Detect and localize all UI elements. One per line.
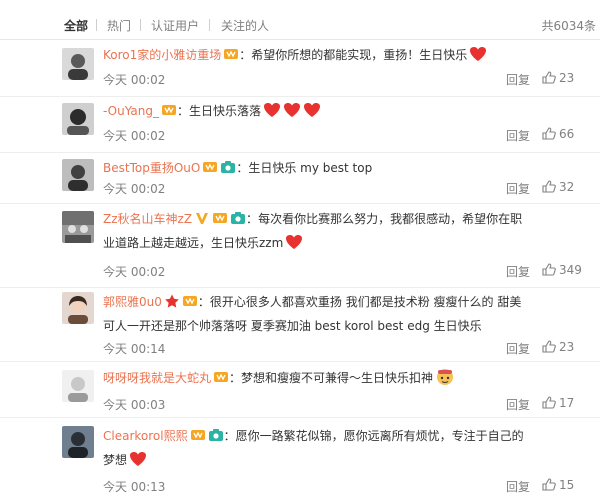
comment-text: 希望你所想的都能实现，重扬！生日快乐 [251, 48, 468, 62]
username-link[interactable]: Koro1家的小雅访重场 [103, 48, 221, 62]
like-count: 349 [559, 263, 582, 277]
comment-text: 梦想和瘦瘦不可兼得～生日快乐扣神 [241, 371, 434, 385]
reply-button[interactable]: 回复 [506, 396, 530, 413]
comment-item: -OuYang_ ：生日快乐落落 今天 00:02 回复 66 [0, 97, 600, 153]
reply-button[interactable]: 回复 [506, 263, 530, 280]
comment-total-count: 共6034条 [541, 19, 596, 33]
vip-badge-icon [202, 158, 218, 172]
camera-badge-icon [220, 158, 236, 173]
like-button[interactable]: 23 [542, 340, 574, 354]
thumbs-up-icon [542, 263, 556, 276]
tab-divider [209, 19, 210, 31]
thumbs-up-icon [542, 396, 556, 409]
camera-badge-icon [208, 426, 224, 441]
vip-badge-icon [212, 209, 228, 223]
comment-timestamp: 今天 00:02 [103, 265, 166, 279]
comment-item: Zz秋名山车神zZ ：每次看你比赛那么努力，我都很感动，希望你在职业道路上越走越远… [0, 204, 600, 288]
like-count: 23 [559, 71, 575, 85]
avatar[interactable] [62, 426, 94, 458]
like-count: 17 [559, 396, 575, 410]
reply-button[interactable]: 回复 [506, 71, 530, 88]
comment-timestamp: 今天 00:13 [103, 480, 166, 494]
bowing-face-emoji-icon [435, 368, 455, 386]
comment-body: -OuYang_ ：生日快乐落落 [103, 99, 533, 123]
username-link[interactable]: Clearkorol熙熙 [103, 429, 188, 443]
tab-all[interactable]: 全部 [64, 18, 88, 34]
avatar[interactable] [62, 370, 94, 402]
like-button[interactable]: 15 [542, 478, 574, 492]
reply-button[interactable]: 回复 [506, 127, 530, 144]
heart-emoji-icon [129, 451, 147, 467]
heart-emoji-icon [283, 102, 301, 118]
like-count: 32 [559, 180, 575, 194]
comment-body: Clearkorol熙熙 ：愿你一路繁花似锦，愿你远离所有烦忧，专注于自己的梦想 [103, 424, 533, 472]
avatar[interactable] [62, 159, 94, 191]
like-button[interactable]: 17 [542, 396, 574, 410]
comment-filter-bar: 全部 热门 认证用户 关注的人 共6034条 [0, 0, 600, 40]
camera-badge-icon [230, 209, 246, 224]
like-button[interactable]: 349 [542, 263, 582, 277]
comment-timestamp: 今天 00:02 [103, 129, 166, 143]
heart-emoji-icon [263, 102, 281, 118]
tab-divider [96, 19, 97, 31]
thumbs-up-icon [542, 478, 556, 491]
tab-following[interactable]: 关注的人 [221, 18, 269, 34]
reply-button[interactable]: 回复 [506, 180, 530, 197]
thumbs-up-icon [542, 180, 556, 193]
like-button[interactable]: 66 [542, 127, 574, 141]
username-link[interactable]: BestTop重扬OuO [103, 161, 200, 175]
avatar[interactable] [62, 211, 94, 243]
vip-badge-icon [213, 368, 229, 382]
vip-badge-icon [190, 426, 206, 440]
tab-verified-users[interactable]: 认证用户 [151, 18, 199, 34]
comment-text: 生日快乐 my best top [248, 161, 373, 175]
like-count: 66 [559, 127, 575, 141]
comment-timestamp: 今天 00:03 [103, 398, 166, 412]
avatar[interactable] [62, 292, 94, 324]
comment-body: 郭熙雅0u0 ：很开心很多人都喜欢重扬 我们都是技术粉 瘦瘦什么的 甜美可人一开还… [103, 290, 533, 338]
comment-body: Zz秋名山车神zZ ：每次看你比赛那么努力，我都很感动，希望你在职业道路上越走越远… [103, 207, 533, 255]
like-button[interactable]: 23 [542, 71, 574, 85]
comment-item: BestTop重扬OuO ：生日快乐 my best top 今天 00:02 回… [0, 153, 600, 204]
like-count: 23 [559, 340, 575, 354]
comment-timestamp: 今天 00:02 [103, 182, 166, 196]
avatar[interactable] [62, 48, 94, 80]
tab-hot[interactable]: 热门 [107, 18, 131, 34]
username-link[interactable]: 呀呀呀我就是大蛇丸 [103, 371, 211, 385]
v-verified-icon [194, 209, 210, 224]
comment-text: 生日快乐落落 [188, 104, 261, 118]
comment-body: 呀呀呀我就是大蛇丸 ：梦想和瘦瘦不可兼得～生日快乐扣神 [103, 366, 533, 390]
comment-item: 呀呀呀我就是大蛇丸 ：梦想和瘦瘦不可兼得～生日快乐扣神 今天 00:03 回复 1… [0, 362, 600, 418]
thumbs-up-icon [542, 71, 556, 84]
comment-timestamp: 今天 00:14 [103, 342, 166, 356]
username-link[interactable]: 郭熙雅0u0 [103, 295, 162, 309]
tab-divider [140, 19, 141, 31]
comment-body: Koro1家的小雅访重场 ：希望你所想的都能实现，重扬！生日快乐 [103, 43, 533, 67]
comment-item: Koro1家的小雅访重场 ：希望你所想的都能实现，重扬！生日快乐 今天 00:02… [0, 40, 600, 97]
vip-badge-icon [161, 101, 177, 115]
like-button[interactable]: 32 [542, 180, 574, 194]
avatar[interactable] [62, 103, 94, 135]
comment-item: Clearkorol熙熙 ：愿你一路繁花似锦，愿你远离所有烦忧，专注于自己的梦想 … [0, 418, 600, 498]
vip-badge-icon [182, 292, 198, 306]
comment-timestamp: 今天 00:02 [103, 73, 166, 87]
username-link[interactable]: Zz秋名山车神zZ [103, 212, 192, 226]
comment-body: BestTop重扬OuO ：生日快乐 my best top [103, 156, 533, 180]
username-link[interactable]: -OuYang_ [103, 104, 159, 118]
vip-badge-icon [223, 45, 239, 59]
thumbs-up-icon [542, 127, 556, 140]
heart-emoji-icon [469, 46, 487, 62]
reply-button[interactable]: 回复 [506, 478, 530, 495]
like-count: 15 [559, 478, 575, 492]
comment-item: 郭熙雅0u0 ：很开心很多人都喜欢重扬 我们都是技术粉 瘦瘦什么的 甜美可人一开还… [0, 288, 600, 362]
star-badge-icon [164, 292, 180, 308]
heart-emoji-icon [285, 234, 303, 250]
thumbs-up-icon [542, 340, 556, 353]
heart-emoji-icon [303, 102, 321, 118]
reply-button[interactable]: 回复 [506, 340, 530, 357]
